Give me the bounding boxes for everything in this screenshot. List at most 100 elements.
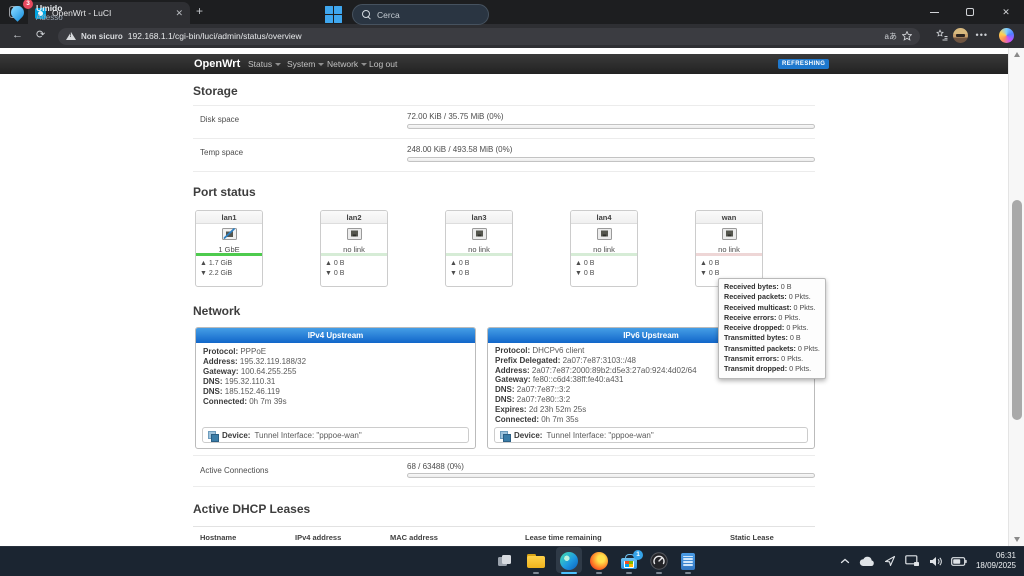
col-hostname: Hostname [200,533,236,542]
not-secure-label[interactable]: Non sicuro [81,32,123,41]
port-name: lan3 [446,211,512,224]
field-value: 2a07:7e87:3103::/48 [563,356,636,365]
ipv4-device-row[interactable]: Device: Tunnel Interface: "pppoe-wan" [202,427,469,443]
openwrt-brand[interactable]: OpenWrt [194,58,240,70]
not-secure-warning-icon[interactable] [66,32,76,40]
favorite-star-icon[interactable] [902,31,912,41]
profile-avatar[interactable] [953,28,968,43]
running-indicator [656,572,662,574]
port-traffic-tooltip: Received bytes: 0 B Received packets: 0 … [718,278,826,379]
location-arrow-icon[interactable] [884,555,896,567]
nav-system[interactable]: System [287,59,324,69]
running-indicator [596,572,602,574]
clock-date: 18/09/2025 [976,561,1016,571]
search-placeholder: Cerca [377,10,400,20]
divider [193,105,815,106]
tab-close-icon[interactable]: ✕ [175,9,183,18]
active-connections-progressbar [407,473,815,478]
firefox-icon[interactable] [587,549,611,573]
port-rx: ▼ 0 B [325,269,383,279]
volume-icon[interactable] [929,556,942,567]
ipv6-device-row[interactable]: Device: Tunnel Interface: "pppoe-wan" [494,427,808,443]
weather-condition: Umido [36,3,63,13]
port-rx: ▼ 0 B [700,269,758,279]
temp-space-progressbar [407,157,815,162]
tooltip-value: 0 Pkts. [778,313,800,322]
field-value: 185.152.46.119 [225,387,280,396]
favorites-bar-icon[interactable] [936,29,948,46]
address-bar[interactable]: Non sicuro 192.168.1.1/cgi-bin/luci/admi… [58,28,920,45]
ethernet-port-icon [347,227,362,245]
port-card-lan2[interactable]: lan2 no link ▲ 0 B▼ 0 B [320,210,388,287]
scrollbar-thumb[interactable] [1012,200,1022,420]
tooltip-value: 0 Pkts. [781,354,803,363]
nav-network[interactable]: Network [327,59,367,69]
running-indicator [533,572,539,574]
tooltip-label: Received packets: [724,292,787,301]
tray-chevron-up-icon[interactable] [840,557,850,565]
taskbar-clock[interactable]: 06:31 18/09/2025 [976,551,1016,571]
browser-toolbar: ← ⟳ Non sicuro 192.168.1.1/cgi-bin/luci/… [0,24,1024,48]
notification-badge: 3 [23,0,33,9]
openwrt-navbar: OpenWrt Status System Network Log out RE… [0,54,1008,74]
task-view-button[interactable] [493,549,517,573]
ethernet-port-icon [472,227,487,245]
refreshing-badge[interactable]: REFRESHING [778,59,829,69]
field-label: DNS: [203,377,223,386]
file-explorer-icon[interactable] [524,549,548,573]
back-button[interactable]: ← [12,28,23,43]
taskbar-search[interactable]: Cerca [352,4,489,25]
field-value: 195.32.110.31 [225,377,276,386]
battery-icon[interactable] [951,557,967,566]
scroll-down-arrow-icon[interactable] [1014,537,1020,542]
window-close-button[interactable]: ✕ [988,0,1024,24]
port-name: lan1 [196,211,262,224]
scroll-up-arrow-icon[interactable] [1014,52,1020,57]
url-text[interactable]: 192.168.1.1/cgi-bin/luci/admin/status/ov… [128,31,880,41]
refresh-button[interactable]: ⟳ [36,28,45,43]
ethernet-connected-icon [222,227,237,245]
nav-status[interactable]: Status [248,59,281,69]
translate-icon[interactable]: aあ [885,31,897,42]
field-label: Protocol: [203,347,238,356]
disk-space-progressbar [407,124,815,129]
onedrive-cloud-icon[interactable] [859,556,875,567]
field-value: 0h 7m 35s [541,415,578,424]
col-lease-time: Lease time remaining [525,533,602,542]
temp-space-label: Temp space [200,148,243,157]
temp-space-value: 248.00 KiB / 493.58 MiB (0%) [407,145,512,154]
start-button[interactable] [325,6,342,23]
port-tx: ▲ 1.7 GiB [200,259,258,269]
notepad-icon[interactable] [676,549,700,573]
port-card-lan4[interactable]: lan4 no link ▲ 0 B▼ 0 B [570,210,638,287]
copilot-icon[interactable] [999,28,1014,43]
storage-title: Storage [193,84,238,98]
active-connections-label: Active Connections [200,466,268,475]
window-minimize-button[interactable] [916,0,952,24]
edge-browser-icon[interactable] [557,549,581,573]
tooltip-value: 0 Pkts. [798,344,820,353]
chevron-down-icon [361,63,367,66]
nav-logout[interactable]: Log out [369,59,397,69]
window-maximize-button[interactable] [952,0,988,24]
dhcp-table-header: Hostname IPv4 address MAC address Lease … [193,526,815,546]
gauge-app-icon[interactable] [647,549,671,573]
active-running-indicator [561,572,577,574]
ethernet-network-icon[interactable] [905,555,920,567]
divider [193,171,815,172]
divider [193,138,815,139]
browser-menu-icon[interactable]: ••• [976,30,988,40]
field-value: fe80::c6d4:38ff:fe40:a431 [533,375,624,384]
device-value: Tunnel Interface: "pppoe-wan" [254,431,361,440]
new-tab-button[interactable]: + [196,5,203,17]
taskbar-weather-widget[interactable]: 3 Umido Adesso [8,2,63,24]
page-scrollbar[interactable] [1008,48,1024,546]
port-card-wan[interactable]: wan no link ▲ 0 B▼ 0 B [695,210,763,287]
tooltip-label: Receive dropped: [724,323,784,332]
tooltip-value: 0 Pkts. [786,323,808,332]
microsoft-store-icon[interactable]: 1 [617,549,641,573]
port-card-lan3[interactable]: lan3 no link ▲ 0 B▼ 0 B [445,210,513,287]
port-tx: ▲ 0 B [700,259,758,269]
port-card-lan1[interactable]: lan1 1 GbE ▲ 1.7 GiB▼ 2.2 GiB [195,210,263,287]
disk-space-value: 72.00 KiB / 35.75 MiB (0%) [407,112,504,121]
